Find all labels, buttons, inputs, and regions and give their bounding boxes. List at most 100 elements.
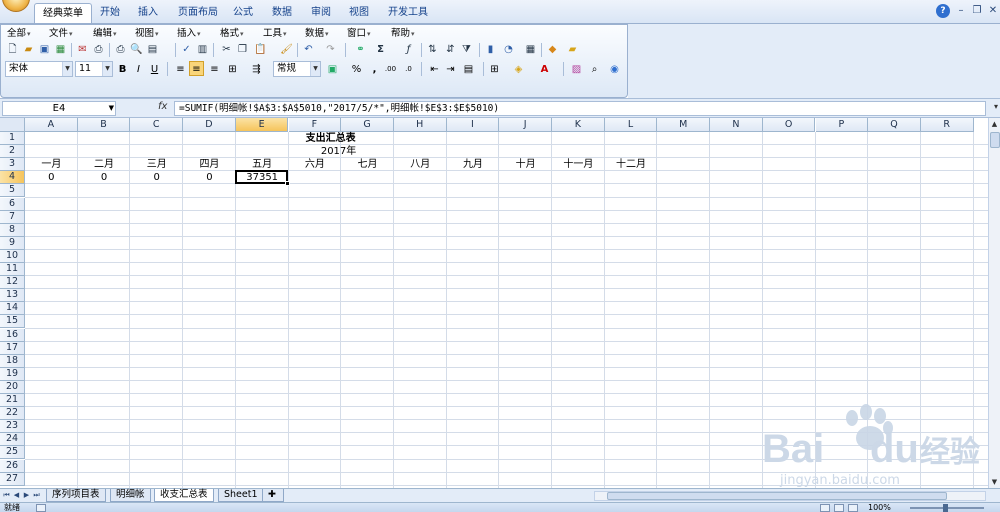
value-cell[interactable]: 0 — [78, 171, 131, 184]
currency-icon[interactable]: ▣ — [325, 61, 340, 76]
row-header-24[interactable]: 24 — [0, 433, 25, 447]
borders-icon[interactable]: ⊞ — [487, 61, 502, 76]
row-header-14[interactable]: 14 — [0, 302, 25, 316]
column-header-h[interactable]: H — [393, 118, 447, 132]
cell-styles-icon[interactable]: ▤ — [461, 61, 476, 76]
column-header-d[interactable]: D — [183, 118, 236, 132]
menu-edit[interactable]: 编辑▾ — [93, 27, 117, 40]
row-header-18[interactable]: 18 — [0, 354, 25, 368]
month-cell[interactable]: 九月 — [447, 158, 500, 171]
value-cell[interactable]: 0 — [183, 171, 236, 184]
percent-icon[interactable]: % — [349, 61, 364, 76]
menu-format[interactable]: 格式▾ — [220, 27, 244, 40]
filter-icon[interactable]: ⧩ — [459, 42, 474, 57]
menu-insert[interactable]: 插入▾ — [177, 27, 201, 40]
sheet-tab-sheet1[interactable]: Sheet1 — [218, 489, 264, 502]
open-folder-icon[interactable]: ▰ — [21, 42, 36, 57]
row-header-2[interactable]: 2 — [0, 145, 25, 159]
normal-view-icon[interactable] — [820, 504, 830, 512]
align-center-icon[interactable]: ≡ — [189, 61, 204, 76]
column-header-k[interactable]: K — [552, 118, 605, 132]
close-icon[interactable]: ✕ — [986, 4, 1000, 18]
undo-icon[interactable]: ↶ — [301, 42, 316, 57]
horizontal-scroll-thumb[interactable] — [607, 492, 947, 500]
cut-icon[interactable]: ✂ — [219, 42, 234, 57]
row-header-4[interactable]: 4 — [0, 171, 25, 185]
row-header-3[interactable]: 3 — [0, 158, 25, 172]
sheet-tab-summary[interactable]: 收支汇总表 — [154, 489, 214, 502]
tab-classic-menu[interactable]: 经典菜单 — [34, 3, 92, 23]
comma-style-icon[interactable]: , — [367, 61, 382, 76]
value-cell[interactable]: 0 — [25, 171, 78, 184]
row-header-11[interactable]: 11 — [0, 263, 25, 276]
copy-icon[interactable]: ❐ — [235, 42, 250, 57]
decrease-decimal-icon[interactable]: .0 — [401, 61, 416, 76]
increase-decimal-icon[interactable]: .00 — [383, 61, 398, 76]
minimize-icon[interactable]: – — [954, 4, 968, 18]
font-name-select[interactable]: 宋体 ▼ — [5, 61, 73, 77]
month-cell[interactable]: 四月 — [183, 158, 236, 171]
new-file-icon[interactable]: 🗋 — [5, 42, 20, 57]
horizontal-scrollbar[interactable] — [594, 491, 986, 501]
tab-developer[interactable]: 开发工具 — [380, 3, 436, 23]
column-header-e[interactable]: E — [235, 118, 289, 132]
zoom-level[interactable]: 100% — [868, 503, 891, 512]
tab-formulas[interactable]: 公式 — [225, 3, 261, 23]
row-header-6[interactable]: 6 — [0, 197, 25, 211]
zoom-icon[interactable]: ⌕ — [587, 61, 602, 76]
autosum-icon[interactable]: Σ — [373, 42, 388, 57]
sheet-year-cell[interactable]: 2017年 — [289, 145, 389, 158]
expand-formula-bar-icon[interactable]: ▾ — [994, 102, 998, 111]
row-header-5[interactable]: 5 — [0, 184, 25, 198]
month-cell[interactable]: 十月 — [499, 158, 552, 171]
month-cell[interactable]: 二月 — [78, 158, 131, 171]
row-header-15[interactable]: 15 — [0, 315, 25, 329]
insert-function-icon[interactable]: fx — [158, 101, 167, 112]
row-header-13[interactable]: 13 — [0, 289, 25, 303]
column-header-m[interactable]: M — [657, 118, 711, 132]
preview-icon[interactable]: 🔍 — [129, 42, 144, 57]
row-header-27[interactable]: 27 — [0, 472, 25, 486]
menu-file[interactable]: 文件▾ — [49, 27, 73, 40]
restore-icon[interactable]: ❐ — [970, 4, 984, 18]
format-painter-icon[interactable]: 🖌 — [279, 42, 294, 57]
column-header-i[interactable]: I — [446, 118, 500, 132]
permission-icon[interactable]: ▦ — [53, 42, 68, 57]
active-cell-cursor[interactable] — [234, 170, 291, 187]
row-header-16[interactable]: 16 — [0, 328, 25, 342]
row-header-25[interactable]: 25 — [0, 446, 25, 460]
page-break-view-icon[interactable] — [848, 504, 858, 512]
column-header-p[interactable]: P — [815, 118, 869, 132]
email-icon[interactable]: ✉ — [75, 42, 90, 57]
macro-record-icon[interactable] — [36, 504, 46, 512]
tab-page-layout[interactable]: 页面布局 — [170, 3, 226, 23]
row-header-21[interactable]: 21 — [0, 394, 25, 407]
sort-ascending-icon[interactable]: ⇅ — [425, 42, 440, 57]
month-cell[interactable]: 十一月 — [552, 158, 605, 171]
column-header-g[interactable]: G — [341, 118, 394, 132]
number-format-select[interactable]: 常规 ▼ — [273, 61, 321, 77]
increase-indent-icon[interactable]: ⇥ — [443, 61, 458, 76]
row-header-9[interactable]: 9 — [0, 236, 25, 250]
table-icon[interactable]: ▦ — [523, 42, 538, 57]
menu-data[interactable]: 数据▾ — [305, 27, 329, 40]
italic-button[interactable]: I — [131, 61, 146, 76]
chart-wizard-icon[interactable]: ▮ — [483, 42, 498, 57]
month-cell[interactable]: 七月 — [341, 158, 394, 171]
menu-window[interactable]: 窗口▾ — [347, 27, 371, 40]
font-color-icon[interactable]: A — [537, 61, 552, 76]
row-header-17[interactable]: 17 — [0, 341, 25, 355]
column-header-f[interactable]: F — [288, 118, 342, 132]
underline-button[interactable]: U — [147, 61, 162, 76]
zoom-slider[interactable] — [910, 504, 984, 512]
month-cell[interactable]: 六月 — [289, 158, 342, 171]
row-header-20[interactable]: 20 — [0, 380, 25, 394]
column-header-c[interactable]: C — [130, 118, 184, 132]
merge-center-icon[interactable]: ⊞ — [225, 61, 240, 76]
last-sheet-icon[interactable]: ⏭ — [32, 490, 41, 501]
font-size-select[interactable]: 11 ▼ — [75, 61, 113, 77]
row-header-10[interactable]: 10 — [0, 249, 25, 263]
select-all-corner[interactable] — [0, 118, 25, 132]
clipart-icon[interactable]: ▨ — [569, 61, 584, 76]
column-header-n[interactable]: N — [710, 118, 763, 132]
